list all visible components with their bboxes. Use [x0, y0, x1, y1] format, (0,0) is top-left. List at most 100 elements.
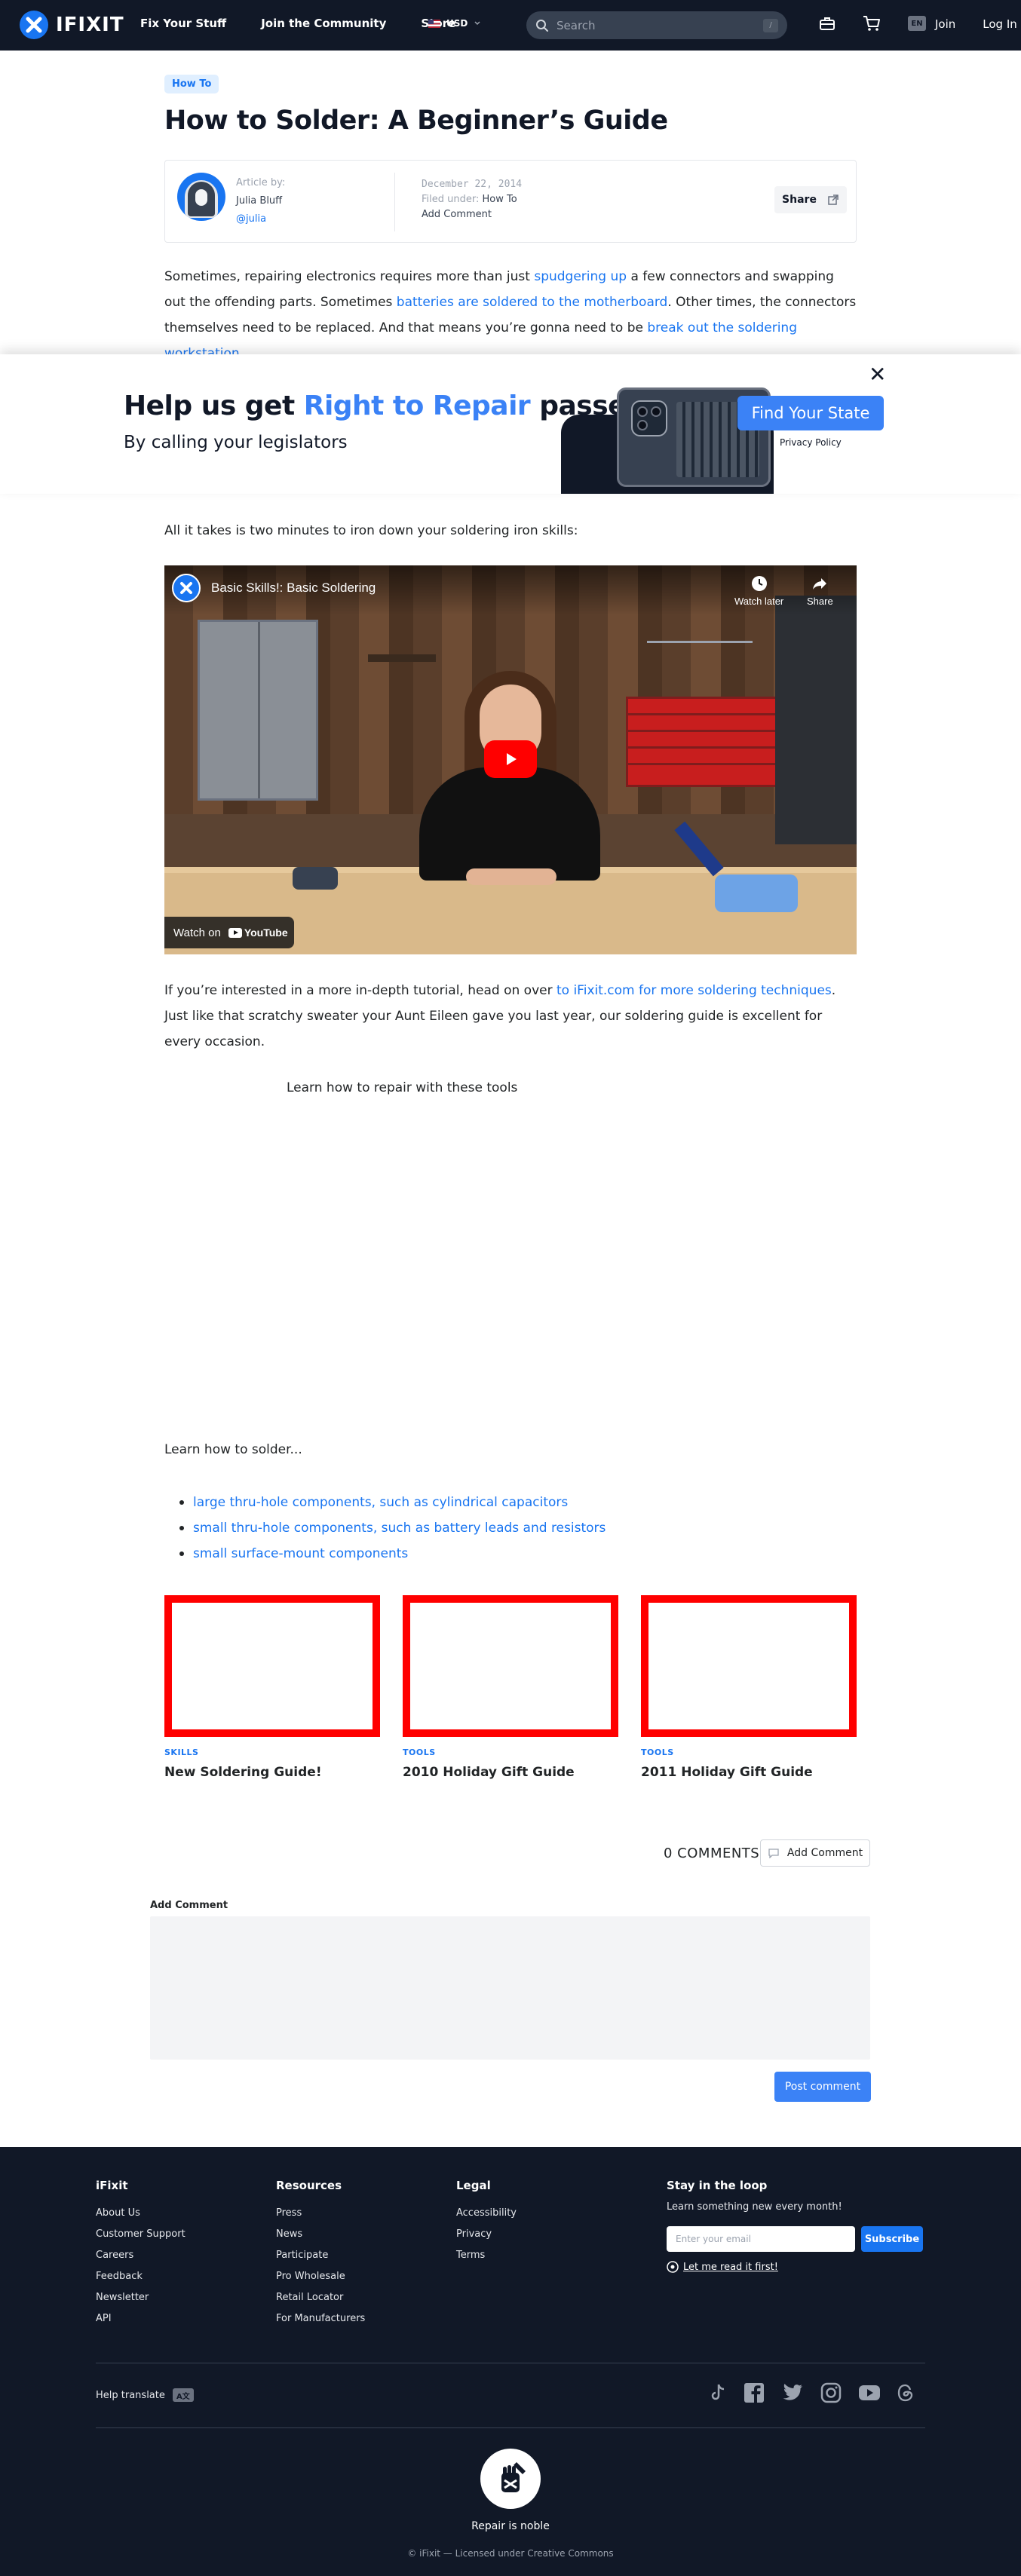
- small-thru-hole-link[interactable]: small thru-hole components, such as batt…: [193, 1521, 606, 1536]
- footer-link[interactable]: Participate: [276, 2245, 365, 2266]
- related-card-image[interactable]: [641, 1595, 857, 1737]
- footer-link[interactable]: News: [276, 2224, 365, 2245]
- site-footer: iFixit About Us Customer Support Careers…: [0, 2147, 1021, 2576]
- footer-col-title: Resources: [276, 2179, 342, 2192]
- footer-col-ifixit: iFixit About Us Customer Support Careers…: [96, 2179, 185, 2329]
- newsletter-email-input[interactable]: [667, 2226, 855, 2252]
- article-meta-card: Article by: Julia Bluff @julia December …: [164, 160, 857, 243]
- threads-icon[interactable]: [897, 2384, 914, 2402]
- help-translate-link[interactable]: Help translate A文: [96, 2388, 194, 2402]
- list-item: small surface-mount components: [179, 1541, 606, 1567]
- intro-text-1: Sometimes, repairing electronics require…: [164, 269, 535, 284]
- privacy-policy-link[interactable]: Privacy Policy: [780, 437, 842, 448]
- footer-link[interactable]: Terms: [456, 2245, 517, 2266]
- facebook-icon[interactable]: [744, 2382, 765, 2403]
- related-card[interactable]: TOOLS 2011 Holiday Gift Guide: [641, 1595, 857, 1780]
- video-title[interactable]: Basic Skills!: Basic Soldering: [211, 580, 376, 596]
- video-share-button[interactable]: Share: [807, 574, 833, 607]
- language-selector[interactable]: EN: [908, 16, 926, 31]
- play-button-icon[interactable]: [484, 740, 537, 778]
- category-badge[interactable]: How To: [164, 75, 219, 93]
- add-comment-link[interactable]: Add Comment: [422, 207, 522, 222]
- ifixit-logo-icon: [20, 11, 48, 39]
- nav-join-community[interactable]: Join the Community: [261, 17, 386, 30]
- copyright-notice: © iFixit — Licensed under Creative Commo…: [407, 2548, 614, 2559]
- article-info: December 22, 2014 Filed under: How To Ad…: [422, 177, 522, 222]
- help-translate-label: Help translate: [96, 2389, 165, 2401]
- related-card-title[interactable]: 2011 Holiday Gift Guide: [641, 1765, 857, 1780]
- footer-link[interactable]: Customer Support: [96, 2224, 185, 2245]
- banner-title-highlight: Right to Repair: [303, 391, 531, 421]
- learn-solder-label: Learn how to solder...: [164, 1442, 302, 1457]
- banner-subtitle: By calling your legislators: [124, 433, 348, 452]
- footer-link[interactable]: Careers: [96, 2245, 185, 2266]
- footer-link[interactable]: Accessibility: [456, 2203, 517, 2224]
- search-input[interactable]: [556, 18, 756, 32]
- related-card[interactable]: SKILLS New Soldering Guide!: [164, 1595, 380, 1780]
- solder-links-list: large thru-hole components, such as cyli…: [179, 1490, 606, 1567]
- share-button[interactable]: Share: [774, 186, 847, 213]
- footer-divider: [96, 2427, 925, 2428]
- instagram-icon[interactable]: [820, 2382, 842, 2403]
- footer-link[interactable]: Newsletter: [96, 2287, 185, 2308]
- ifixit-logo[interactable]: IFIXIT: [20, 11, 124, 39]
- nav-fix-your-stuff[interactable]: Fix Your Stuff: [140, 17, 226, 30]
- author-name: Julia Bluff: [236, 195, 283, 207]
- join-link[interactable]: Join: [935, 17, 955, 31]
- cart-icon[interactable]: [863, 15, 881, 32]
- footer-link[interactable]: Press: [276, 2203, 365, 2224]
- large-thru-hole-link[interactable]: large thru-hole components, such as cyli…: [193, 1495, 568, 1510]
- add-comment-button[interactable]: Add Comment: [760, 1839, 870, 1867]
- related-card-image[interactable]: [164, 1595, 380, 1737]
- footer-link[interactable]: About Us: [96, 2203, 185, 2224]
- watch-on-youtube-button[interactable]: Watch on YouTube: [164, 917, 294, 948]
- close-icon[interactable]: ✕: [869, 362, 886, 387]
- login-link[interactable]: Log In: [983, 17, 1017, 31]
- related-articles: SKILLS New Soldering Guide! TOOLS 2010 H…: [164, 1595, 857, 1780]
- youtube-wordmark: YouTube: [244, 927, 288, 939]
- batteries-link[interactable]: batteries are soldered to the motherboar…: [397, 295, 668, 310]
- related-card-category[interactable]: SKILLS: [164, 1747, 380, 1757]
- currency-selector[interactable]: USD: [428, 18, 481, 29]
- comment-textarea[interactable]: [150, 1916, 870, 2060]
- related-card-category[interactable]: TOOLS: [403, 1747, 618, 1757]
- related-card-title[interactable]: 2010 Holiday Gift Guide: [403, 1765, 618, 1780]
- author-block: Article by: Julia Bluff @julia: [236, 174, 285, 228]
- author-handle-link[interactable]: @julia: [236, 213, 266, 225]
- toolbox-icon[interactable]: [819, 16, 836, 31]
- footer-link[interactable]: Feedback: [96, 2266, 185, 2287]
- footer-link[interactable]: Retail Locator: [276, 2287, 365, 2308]
- youtube-video-embed[interactable]: Basic Skills!: Basic Soldering Watch lat…: [164, 565, 857, 954]
- subscribe-button[interactable]: Subscribe: [861, 2226, 923, 2252]
- channel-avatar-icon[interactable]: [172, 574, 201, 602]
- author-avatar[interactable]: [177, 173, 225, 221]
- footer-link[interactable]: Pro Wholesale: [276, 2266, 365, 2287]
- related-card[interactable]: TOOLS 2010 Holiday Gift Guide: [403, 1595, 618, 1780]
- filed-under-link[interactable]: How To: [483, 194, 517, 205]
- tiktok-icon[interactable]: [709, 2383, 727, 2403]
- watch-later-button[interactable]: Watch later: [734, 574, 783, 607]
- related-card-category[interactable]: TOOLS: [641, 1747, 857, 1757]
- twitter-icon[interactable]: [781, 2383, 804, 2403]
- post-comment-button[interactable]: Post comment: [774, 2072, 871, 2102]
- surface-mount-link[interactable]: small surface-mount components: [193, 1546, 408, 1561]
- related-card-title[interactable]: New Soldering Guide!: [164, 1765, 380, 1780]
- footer-link[interactable]: API: [96, 2308, 185, 2329]
- search-shortcut-key: /: [763, 18, 778, 32]
- currency-label: USD: [446, 18, 468, 29]
- find-your-state-button[interactable]: Find Your State: [737, 396, 884, 430]
- search-icon: [536, 19, 548, 32]
- video-share-label: Share: [807, 596, 833, 607]
- ifixit-soldering-link[interactable]: to iFixit.com for more soldering techniq…: [556, 983, 832, 998]
- spudgering-link[interactable]: spudgering up: [534, 269, 627, 284]
- site-header: IFIXIT Fix Your Stuff Join the Community…: [0, 0, 1021, 51]
- related-card-image[interactable]: [403, 1595, 618, 1737]
- footer-link[interactable]: For Manufacturers: [276, 2308, 365, 2329]
- youtube-icon[interactable]: [858, 2385, 881, 2401]
- footer-col-title: iFixit: [96, 2179, 128, 2192]
- youtube-play-icon: [228, 927, 242, 938]
- footer-link[interactable]: Privacy: [456, 2224, 517, 2245]
- read-it-first-link[interactable]: Let me read it first!: [667, 2261, 923, 2273]
- video-intro-paragraph: All it takes is two minutes to iron down…: [164, 523, 578, 538]
- newsletter-signup: Stay in the loop Learn something new eve…: [667, 2179, 923, 2273]
